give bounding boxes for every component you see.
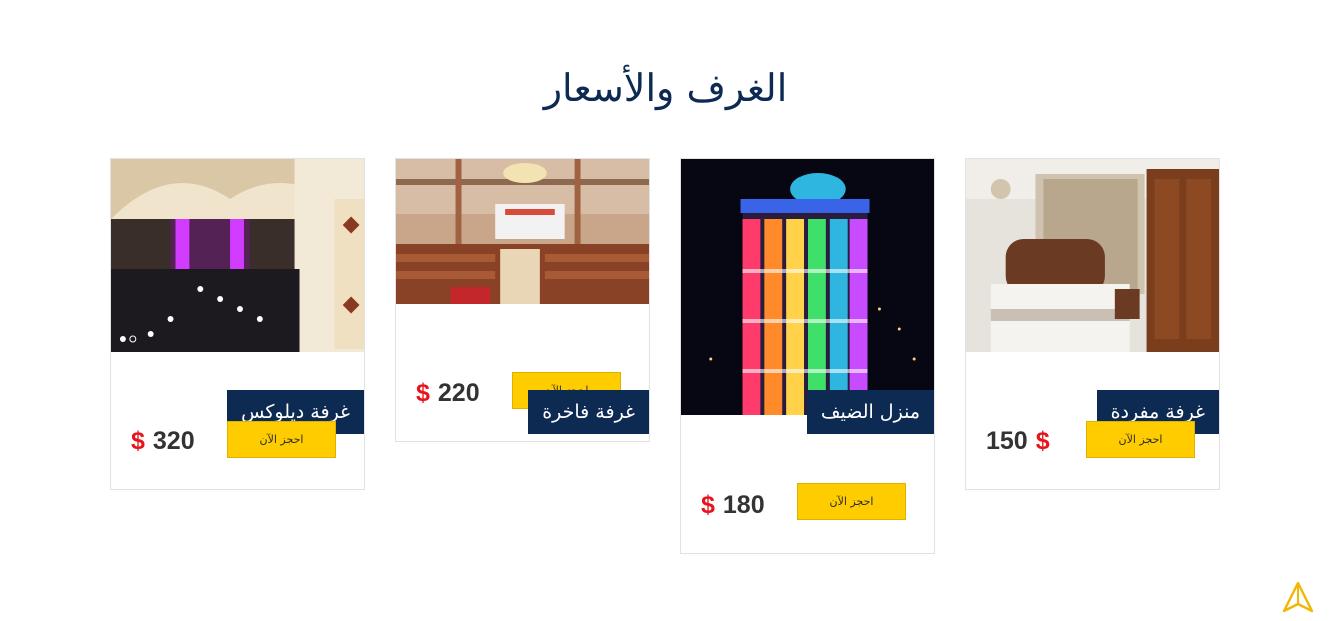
currency-symbol: $ — [1035, 427, 1050, 455]
currency-symbol: $ — [131, 427, 145, 455]
price-amount: 220 — [437, 379, 480, 407]
price-amount: 320 — [152, 427, 195, 455]
currency-symbol: $ — [416, 379, 430, 407]
book-now-button[interactable]: احجز الآن — [797, 483, 906, 520]
room-card-guest-house: منزل الضيف احجز الآن $180 — [680, 158, 935, 554]
room-card-single: غرفة مفردة احجز الآن 150 $ — [965, 158, 1220, 490]
room-name-tag: غرفة فاخرة — [528, 390, 649, 434]
price-amount: 150 — [986, 427, 1028, 455]
room-name-tag: منزل الضيف — [806, 390, 934, 434]
triangle-arrow-up-icon — [1282, 581, 1314, 613]
room-photo — [111, 159, 364, 352]
room-price: $180 — [701, 488, 765, 522]
rooms-section: الغرف والأسعار غرفة مفردة احجز الآن 150 $ — [0, 0, 1331, 621]
section-title: الغرف والأسعار — [543, 66, 788, 110]
book-now-button[interactable]: احجز الآن — [227, 421, 336, 458]
scroll-to-top-button[interactable] — [1281, 580, 1315, 614]
room-photo — [681, 159, 934, 415]
room-card-luxury: احجز الآن غرفة فاخرة $220 — [395, 158, 650, 442]
currency-symbol: $ — [701, 491, 715, 519]
book-now-button[interactable]: احجز الآن — [1086, 421, 1195, 458]
room-photo — [396, 159, 649, 304]
room-price: 150 $ — [986, 424, 1050, 458]
room-price: $220 — [416, 376, 480, 410]
price-amount: 180 — [722, 491, 765, 519]
room-photo — [966, 159, 1219, 352]
room-card-deluxe: غرفة ديلوكس احجز الآن $320 — [110, 158, 365, 490]
room-price: $320 — [131, 424, 195, 458]
